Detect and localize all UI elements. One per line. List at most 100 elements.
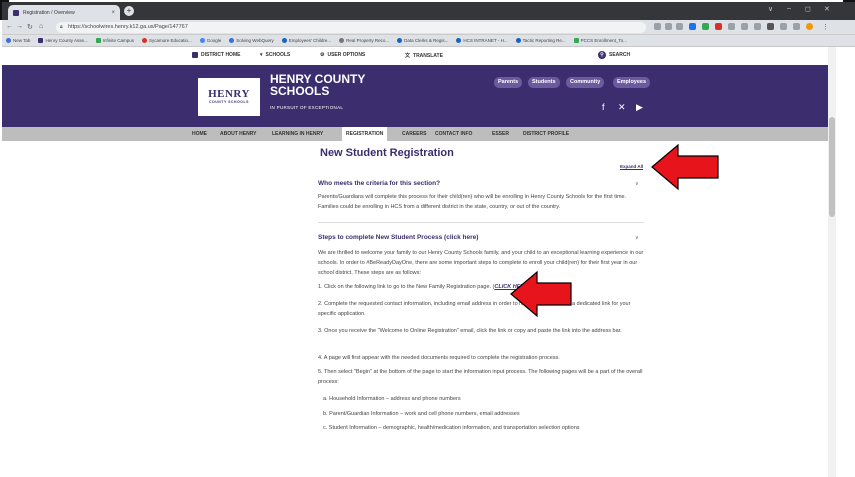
intro-text: We are thrilled to welcome your family t… [318,250,644,276]
favicon-icon [13,9,19,16]
bookmarks-bar: New Tab Henry County Asse... Infinite Ca… [2,35,855,47]
district-home-icon [192,52,198,58]
nav-careers[interactable]: CAREERS [402,127,426,141]
bookmark-icon [573,38,579,43]
gear-icon: ⚙ [320,52,325,58]
bookmark-item[interactable]: Employees' Childre... [281,38,331,43]
red-arrow-annotation [651,143,719,191]
accordion-header-steps[interactable]: Steps to complete New Student Process (c… [318,234,478,241]
step-1: 1. Click on the following link to go to … [318,284,530,290]
extension-icon[interactable] [741,23,748,30]
site-tagline: IN PURSUIT OF EXCEPTIONAL [270,105,344,110]
extension-icon[interactable] [715,23,722,30]
chevron-down-icon: ▾ [260,52,263,58]
zoom-icon[interactable] [654,23,661,30]
bookmark-item[interactable]: Tactic Reporting Re... [515,38,566,43]
bookmark-item[interactable]: Sycamore Educatio... [141,38,192,43]
step-5a: a. Household Information – address and p… [323,396,461,402]
tab-search-icon[interactable]: ∨ [768,5,773,13]
nav-esser[interactable]: ESSER [492,127,509,141]
parents-button[interactable]: Parents [494,77,523,88]
browser-toolbar: ← → ↻ ⌂ 🔒︎ https://schoolwires.henry.k12… [2,20,855,35]
browser-tab[interactable]: Registration / Overview × [8,5,120,20]
step-4: 4. A page will first appear with the nee… [318,355,560,361]
page-viewport: DISTRICT HOME ▾ SCHOOLS ⚙ USER OPTIONS 文 TR… [2,47,828,477]
red-arrow-annotation [510,270,572,318]
profile-avatar[interactable] [806,23,813,30]
step-3: 3. Once you receive the "Welcome to Onli… [318,328,622,334]
chevron-down-icon[interactable]: ∨ [635,235,639,241]
browser-tabbar: Registration / Overview × + ∨ – ◻ ✕ [2,2,855,20]
step-5c: c. Student Information – demographic, he… [323,425,580,431]
restore-button[interactable]: ◻ [805,5,811,13]
district-home-link[interactable]: DISTRICT HOME [192,52,240,58]
extension-icon[interactable] [728,23,735,30]
close-window-button[interactable]: ✕ [824,5,830,13]
close-tab-icon[interactable]: × [111,10,115,16]
nav-registration[interactable]: REGISTRATION [342,127,388,141]
search-button[interactable]: ⚲ SEARCH [598,51,630,59]
extension-icon[interactable] [754,23,761,30]
bookmark-item[interactable]: Infinite Campus [95,38,134,43]
nav-home[interactable]: HOME [192,127,207,141]
minimize-button[interactable]: – [787,5,791,12]
sidebar-icon[interactable] [793,23,800,30]
nav-learning-in-henry[interactable]: LEARNING IN HENRY [272,127,323,141]
utility-bar: DISTRICT HOME ▾ SCHOOLS ⚙ USER OPTIONS 文 TR… [2,47,828,65]
bookmark-item[interactable]: Henry County Asse... [38,38,88,43]
page-scrollbar[interactable] [828,47,836,477]
bookmark-item[interactable]: New Tab [6,38,30,43]
main-navigation: HOME ABOUT HENRY LEARNING IN HENRY REGIS… [2,127,828,141]
bookmark-item[interactable]: HCS INTRANET - H... [456,38,508,43]
google-icon [199,38,205,43]
section-divider [318,222,644,223]
reading-list-icon[interactable] [780,23,787,30]
home-icon[interactable]: ⌂ [39,23,43,30]
step-5: 5. Then select "Begin" at the bottom of … [318,369,643,385]
scrollbar-thumb[interactable] [829,117,835,217]
bookmark-icon [229,38,235,43]
menu-icon[interactable]: ⋮ [822,23,829,31]
chevron-down-icon[interactable]: ∨ [635,181,639,187]
extension-icon[interactable] [689,23,696,30]
new-tab-button[interactable]: + [124,6,134,16]
user-options-menu[interactable]: ⚙ USER OPTIONS [320,52,365,58]
accordion-header-criteria[interactable]: Who meets the criteria for this section? [318,180,440,187]
apps-icon [6,38,11,43]
nav-about-henry[interactable]: ABOUT HENRY [220,127,256,141]
forward-icon[interactable]: → [16,23,23,30]
youtube-icon[interactable]: ▶ [636,102,643,113]
step-5b: b. Parent/Guardian Information – work an… [323,411,520,417]
search-icon: ⚲ [598,51,606,59]
bookmark-item[interactable]: Google [199,38,221,43]
star-icon[interactable] [676,23,683,30]
translate-menu[interactable]: 文 TRANSLATE [405,52,443,60]
schools-menu[interactable]: ▾ SCHOOLS [260,52,290,58]
district-logo[interactable]: HENRY COUNTY SCHOOLS [198,78,260,116]
bookmark-item[interactable]: Solving WebQuery [229,38,274,43]
puzzle-icon[interactable] [767,23,774,30]
bookmark-item[interactable]: Real Property Reco... [339,38,389,43]
bookmark-icon [339,38,345,43]
criteria-text: Parents/Guardians will complete this pro… [318,194,627,210]
back-icon[interactable]: ← [6,23,13,30]
lock-icon: 🔒︎ [60,24,63,30]
bookmark-icon [397,38,403,43]
nav-contact-info[interactable]: CONTACT INFO [435,127,472,141]
translate-icon: 文 [405,53,411,59]
facebook-icon[interactable]: f [602,102,605,112]
bookmark-item[interactable]: PCCS Enrollment_To... [573,38,627,43]
extension-icon[interactable] [702,23,709,30]
community-button[interactable]: Community [566,77,605,88]
bookmark-icon [141,38,147,43]
screenshot-frame: Registration / Overview × + ∨ – ◻ ✕ ← → … [0,0,855,477]
twitter-icon[interactable]: ✕ [618,102,626,113]
nav-district-profile[interactable]: DISTRICT PROFILE [523,127,569,141]
expand-all-link[interactable]: Expand All [620,164,643,169]
reload-icon[interactable]: ↻ [27,23,33,31]
students-button[interactable]: Students [528,77,560,88]
share-icon[interactable] [665,23,672,30]
address-bar[interactable]: 🔒︎ https://schoolwires.henry.k12.ga.us/P… [56,22,646,33]
employees-button[interactable]: Employees [613,77,651,88]
bookmark-item[interactable]: Data Clerks & Regis... [397,38,448,43]
